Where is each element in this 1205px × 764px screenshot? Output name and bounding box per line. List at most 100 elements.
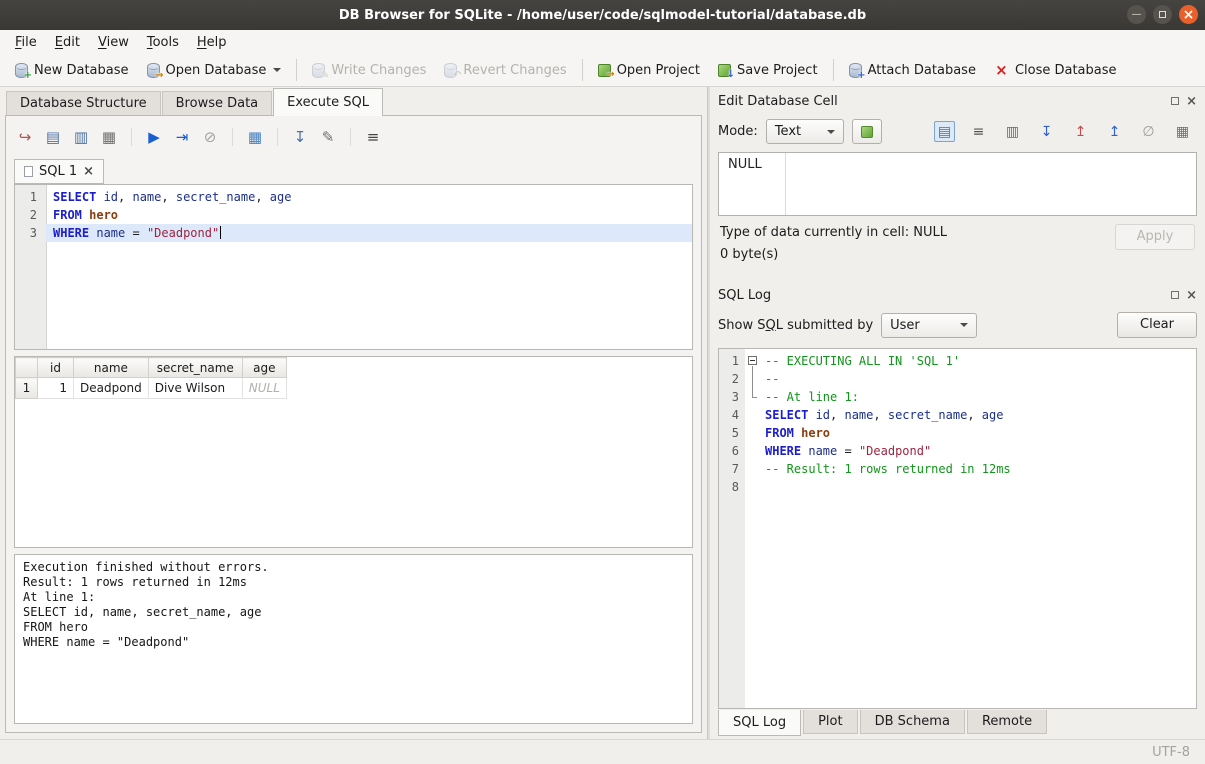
code-line: 8 (719, 478, 1196, 496)
left-panel: Database StructureBrowse DataExecute SQL… (0, 87, 707, 739)
toolbar-separator (232, 128, 233, 146)
sql-editor-lines: 1SELECT id, name, secret_name, age2FROM … (15, 185, 692, 242)
set-null-icon[interactable]: ∅ (1138, 121, 1159, 142)
dock-icons: × (1171, 289, 1197, 302)
dock-tab-remote[interactable]: Remote (967, 710, 1047, 734)
minimize-button[interactable]: — (1127, 5, 1146, 24)
save-sql-as-icon[interactable]: ▥ (70, 126, 92, 148)
results-grid[interactable]: idnamesecret_nameage11DeadpondDive Wilso… (14, 356, 693, 548)
apply-button: Apply (1115, 224, 1195, 250)
dock-tab-sql-log[interactable]: SQL Log (718, 710, 801, 736)
sql-log-view[interactable]: 1-- EXECUTING ALL IN 'SQL 1'2--3-- At li… (718, 348, 1197, 709)
sql-tab-label: SQL 1 (39, 164, 77, 179)
execute-all-icon[interactable]: ▶ (143, 126, 165, 148)
column-header-name[interactable]: name (74, 358, 149, 378)
cell-name[interactable]: Deadpond (74, 378, 149, 399)
close-database-label: Close Database (1015, 63, 1117, 78)
word-wrap-icon[interactable]: ≡ (968, 121, 989, 142)
table-row: 11DeadpondDive WilsonNULL (16, 378, 287, 399)
open-project-button[interactable]: →Open Project (589, 59, 709, 82)
row-header[interactable]: 1 (16, 378, 38, 399)
new-database-button[interactable]: +New Database (6, 59, 138, 82)
clear-log-button[interactable]: Clear (1117, 312, 1197, 338)
tab-browse-data[interactable]: Browse Data (162, 91, 273, 115)
query-history-icon[interactable]: ≡ (362, 126, 384, 148)
close-dock-icon[interactable]: × (1186, 289, 1197, 302)
close-tab-icon[interactable]: × (83, 165, 94, 178)
cell-secret_name[interactable]: Dive Wilson (148, 378, 242, 399)
save-cell-icon[interactable]: ↥ (1104, 121, 1125, 142)
menu-file[interactable]: File (6, 32, 46, 53)
close-database-icon: × (994, 63, 1009, 78)
float-dock-icon[interactable] (1171, 97, 1179, 105)
column-header-age[interactable]: age (242, 358, 286, 378)
code-text: -- (761, 370, 1196, 388)
sql-tab[interactable]: SQL 1 × (14, 159, 104, 184)
code-line: 2-- (719, 370, 1196, 388)
sql-log-header: SQL Log × (710, 283, 1205, 307)
print-cell-icon[interactable]: ▦ (1172, 121, 1193, 142)
menu-view[interactable]: View (89, 32, 138, 53)
submitter-select[interactable]: User (881, 313, 977, 338)
corner-header (16, 358, 38, 378)
code-line: 6WHERE name = "Deadpond" (719, 442, 1196, 460)
dock-tab-db-schema[interactable]: DB Schema (860, 710, 965, 734)
tab-execute-sql[interactable]: Execute SQL (273, 88, 383, 116)
auto-detect-icon (861, 126, 873, 138)
menu-edit[interactable]: Edit (46, 32, 89, 53)
edit-sql-icon[interactable]: ✎ (317, 126, 339, 148)
export-cell-icon[interactable]: ↥ (1070, 121, 1091, 142)
maximize-icon (1159, 11, 1166, 18)
auto-detect-mode-button[interactable] (852, 119, 882, 144)
execute-current-line-icon[interactable]: ⇥ (171, 126, 193, 148)
maximize-button[interactable] (1153, 5, 1172, 24)
cell-editor[interactable]: NULL (718, 152, 1197, 216)
cell-id[interactable]: 1 (38, 378, 74, 399)
save-project-label: Save Project (737, 63, 818, 78)
sql-log-title: SQL Log (718, 288, 771, 303)
fold-margin (745, 478, 761, 496)
code-text: SELECT id, name, secret_name, age (761, 406, 1196, 424)
code-line: 1-- EXECUTING ALL IN 'SQL 1' (719, 352, 1196, 370)
column-header-id[interactable]: id (38, 358, 74, 378)
save-results-view-icon[interactable]: ↧ (289, 126, 311, 148)
text-mode-icon[interactable]: ▤ (934, 121, 955, 142)
new-database-label: New Database (34, 63, 129, 78)
tab-database-structure[interactable]: Database Structure (6, 91, 161, 115)
mode-label: Mode: (718, 124, 758, 139)
dropdown-caret-icon[interactable] (273, 68, 281, 76)
float-dock-icon[interactable] (1171, 291, 1179, 299)
main-toolbar: +New Database→Open Database ✎Write Change… (0, 54, 1205, 87)
encoding-label: UTF-8 (1152, 745, 1190, 760)
sql-editor[interactable]: 1SELECT id, name, secret_name, age2FROM … (14, 184, 693, 350)
results-table: idnamesecret_nameage11DeadpondDive Wilso… (15, 357, 287, 399)
open-sql-file-icon[interactable]: ↪ (14, 126, 36, 148)
code-text: SELECT id, name, secret_name, age (46, 188, 692, 206)
write-changes-button: ✎Write Changes (303, 59, 435, 82)
code-text: FROM hero (46, 206, 692, 224)
fold-margin (745, 406, 761, 424)
text-cursor (220, 226, 221, 239)
app-window: DB Browser for SQLite - /home/user/code/… (0, 0, 1205, 764)
close-dock-icon[interactable]: × (1186, 95, 1197, 108)
menu-help[interactable]: Help (188, 32, 236, 53)
save-project-button[interactable]: ↓Save Project (709, 59, 827, 82)
close-window-button[interactable]: × (1179, 5, 1198, 24)
menu-tools[interactable]: Tools (138, 32, 188, 53)
close-database-button[interactable]: × Close Database (985, 59, 1126, 82)
main-area: Database StructureBrowse DataExecute SQL… (0, 87, 1205, 739)
copy-cell-icon[interactable]: ▥ (1002, 121, 1023, 142)
code-line: 4SELECT id, name, secret_name, age (719, 406, 1196, 424)
cell-editor-text-area[interactable] (786, 153, 1196, 215)
print-icon[interactable]: ▦ (98, 126, 120, 148)
open-database-button[interactable]: →Open Database (138, 59, 291, 82)
mode-select[interactable]: Text (766, 119, 844, 144)
column-header-secret_name[interactable]: secret_name (148, 358, 242, 378)
cell-age[interactable]: NULL (242, 378, 286, 399)
save-sql-file-icon[interactable]: ▤ (42, 126, 64, 148)
import-cell-icon[interactable]: ↧ (1036, 121, 1057, 142)
attach-database-button[interactable]: +Attach Database (840, 59, 985, 82)
export-results-icon[interactable]: ▦ (244, 126, 266, 148)
fold-start-icon[interactable] (745, 352, 761, 370)
dock-tab-plot[interactable]: Plot (803, 710, 858, 734)
